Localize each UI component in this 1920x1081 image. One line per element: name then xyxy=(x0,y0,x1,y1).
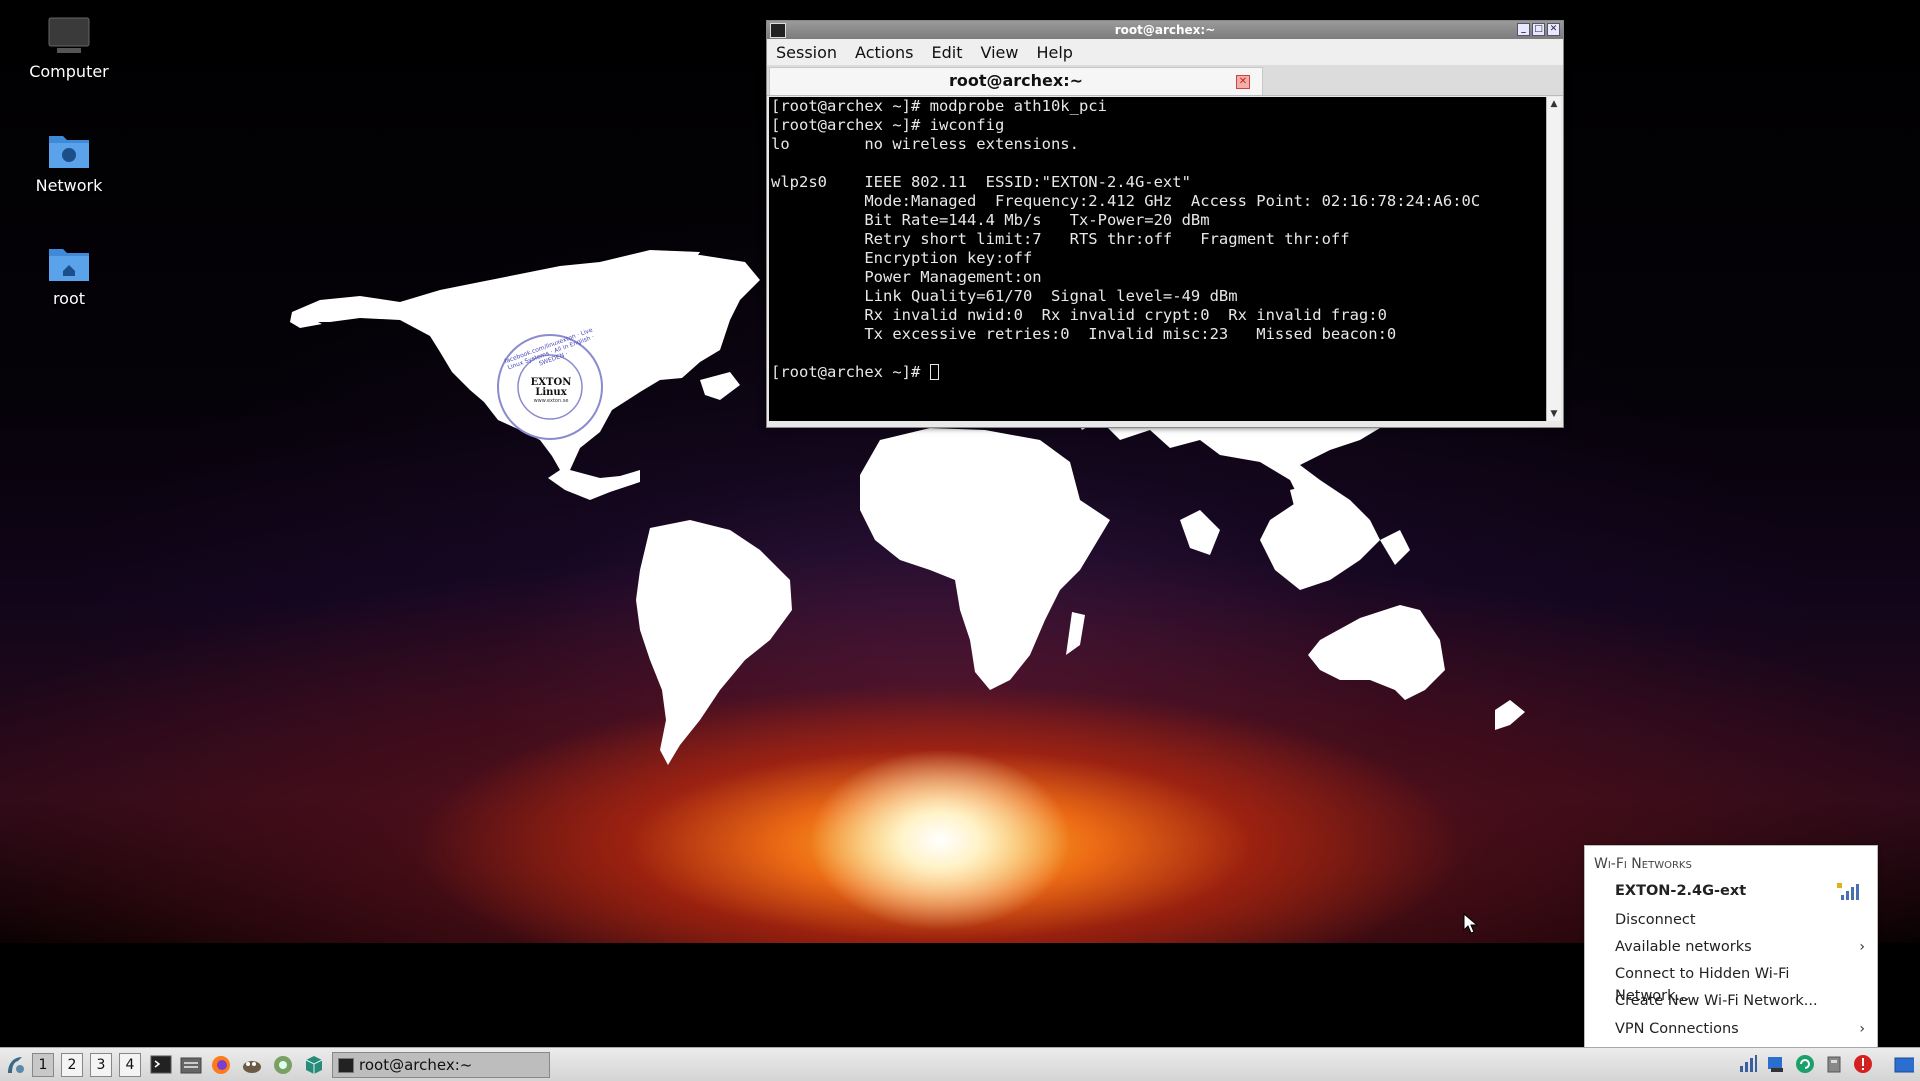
menu-help[interactable]: Help xyxy=(1027,43,1081,62)
scroll-down-icon[interactable]: ▼ xyxy=(1547,407,1561,421)
terminal-line: lo no wireless extensions. xyxy=(771,135,1079,153)
vpn-connections-label: VPN Connections xyxy=(1615,1021,1739,1037)
package-icon[interactable] xyxy=(303,1053,325,1077)
maximize-button[interactable]: □ xyxy=(1532,23,1545,36)
wifi-signal-locked-icon xyxy=(1837,883,1859,900)
workspace-1-button[interactable]: 1 xyxy=(32,1053,54,1077)
terminal-app-icon xyxy=(770,23,786,38)
window-titlebar[interactable]: root@archex:~ _ □ ✕ xyxy=(767,21,1563,39)
taskbar-window-button[interactable]: root@archex:~ xyxy=(332,1052,550,1078)
close-window-button[interactable]: ✕ xyxy=(1547,23,1560,36)
tab-label: root@archex:~ xyxy=(948,71,1084,90)
terminal-line: Tx excessive retries:0 Invalid misc:23 M… xyxy=(771,325,1397,343)
terminal-scrollbar[interactable]: ▲ ▼ xyxy=(1546,97,1561,421)
wifi-networks-menu: Wi-Fi Networks EXTON-2.4G-ext Disconnect… xyxy=(1584,845,1878,1049)
settings-icon[interactable] xyxy=(272,1053,294,1077)
network-status-icon[interactable] xyxy=(1738,1054,1758,1074)
menu-session[interactable]: Session xyxy=(767,43,846,62)
vpn-connections-item[interactable]: VPN Connections › xyxy=(1615,1018,1865,1040)
terminal-line: Mode:Managed Frequency:2.412 GHz Access … xyxy=(771,192,1481,210)
firefox-icon[interactable] xyxy=(210,1053,232,1077)
desktop-icon-network[interactable]: Network xyxy=(14,130,124,195)
terminal-line: [root@archex ~]# iwconfig xyxy=(771,116,1005,134)
terminal-prompt: [root@archex ~]# xyxy=(771,363,930,381)
logo-url-text: www.exton.se xyxy=(533,398,569,404)
terminal-line: Retry short limit:7 RTS thr:off Fragment… xyxy=(771,230,1350,248)
usb-icon[interactable] xyxy=(1824,1054,1844,1074)
desktop-icon-label: Computer xyxy=(29,62,109,81)
terminal-tabbar: root@archex:~ ✕ xyxy=(767,65,1563,96)
menu-edit[interactable]: Edit xyxy=(923,43,972,62)
terminal-prompt-line: [root@archex ~]# xyxy=(771,363,1547,382)
terminal-output[interactable]: [root@archex ~]# modprobe ath10k_pci [roo… xyxy=(769,97,1547,421)
chevron-right-icon: › xyxy=(1859,939,1865,955)
desktop-icon-label: root xyxy=(52,289,86,308)
terminal-cursor xyxy=(929,364,939,380)
terminal-line: Encryption key:off xyxy=(771,249,1033,267)
update-icon[interactable] xyxy=(1795,1054,1815,1074)
workspace-4-button[interactable]: 4 xyxy=(119,1053,141,1077)
tab-close-icon[interactable]: ✕ xyxy=(1236,75,1250,89)
wifi-create-network-item[interactable]: Create New Wi-Fi Network... xyxy=(1615,990,1865,1012)
terminal-line: wlp2s0 IEEE 802.11 ESSID:"EXTON-2.4G-ext… xyxy=(771,173,1191,191)
wifi-menu-heading: Wi-Fi Networks xyxy=(1594,856,1692,872)
home-folder-icon xyxy=(49,249,89,281)
computer-icon xyxy=(48,17,90,53)
desktop-icon-computer[interactable]: Computer xyxy=(14,16,124,81)
terminal-line: Link Quality=61/70 Signal level=-49 dBm xyxy=(771,287,1238,305)
workspace-3-button[interactable]: 3 xyxy=(90,1053,112,1077)
wifi-disconnect-item[interactable]: Disconnect xyxy=(1615,909,1865,931)
workspace-2-button[interactable]: 2 xyxy=(61,1053,83,1077)
file-manager-icon[interactable] xyxy=(180,1053,202,1077)
taskbar: 1 2 3 4 root@archex:~ xyxy=(0,1047,1920,1081)
scroll-up-icon[interactable]: ▲ xyxy=(1547,97,1561,111)
terminal-window[interactable]: root@archex:~ _ □ ✕ Session Actions Edit… xyxy=(766,20,1564,428)
menu-icon[interactable] xyxy=(4,1053,26,1077)
terminal-icon[interactable] xyxy=(150,1053,172,1077)
terminal-line: [root@archex ~]# modprobe ath10k_pci xyxy=(771,97,1107,115)
terminal-tab[interactable]: root@archex:~ ✕ xyxy=(769,67,1263,95)
window-title: root@archex:~ xyxy=(1114,23,1216,37)
wifi-network-connected[interactable]: EXTON-2.4G-ext xyxy=(1615,880,1865,902)
minimize-button[interactable]: _ xyxy=(1517,23,1530,36)
logo-center-text: EXTON Linux xyxy=(530,377,572,398)
terminal-app-icon xyxy=(338,1058,354,1073)
keyboard-icon[interactable] xyxy=(1766,1054,1786,1074)
gimp-icon[interactable] xyxy=(240,1053,264,1077)
menu-actions[interactable]: Actions xyxy=(846,43,922,62)
wifi-available-networks-item[interactable]: Available networks › xyxy=(1615,936,1865,958)
alert-icon[interactable] xyxy=(1853,1054,1873,1074)
network-folder-icon xyxy=(49,136,89,168)
terminal-menubar: Session Actions Edit View Help xyxy=(767,39,1563,65)
desktop-icon-label: Network xyxy=(35,176,103,195)
show-desktop-icon[interactable] xyxy=(1894,1054,1914,1074)
taskbar-window-label: root@archex:~ xyxy=(359,1056,473,1074)
menu-view[interactable]: View xyxy=(971,43,1027,62)
terminal-line: Rx invalid nwid:0 Rx invalid crypt:0 Rx … xyxy=(771,306,1387,324)
wifi-hidden-network-item[interactable]: Connect to Hidden Wi-Fi Network... xyxy=(1615,963,1865,1004)
terminal-line: Power Management:on xyxy=(771,268,1042,286)
terminal-line: Bit Rate=144.4 Mb/s Tx-Power=20 dBm xyxy=(771,211,1210,229)
network-name: EXTON-2.4G-ext xyxy=(1615,883,1747,899)
available-networks-label: Available networks xyxy=(1615,939,1752,955)
desktop-icon-root[interactable]: root xyxy=(14,243,124,308)
chevron-right-icon: › xyxy=(1859,1021,1865,1037)
mouse-pointer-icon xyxy=(1463,913,1479,934)
